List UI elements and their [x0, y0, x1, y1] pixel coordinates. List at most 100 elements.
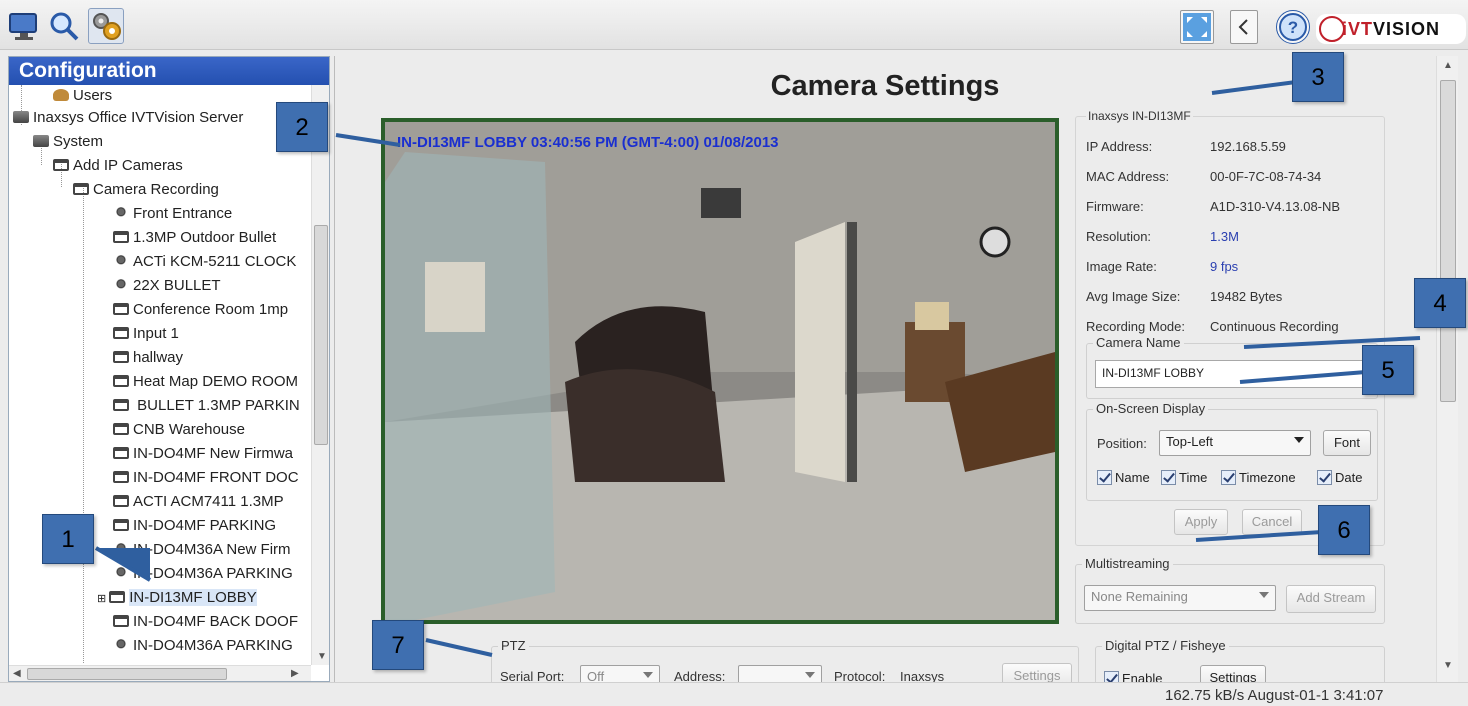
info-row: Recording Mode: Continuous Recording: [1086, 319, 1339, 334]
server-icon: [13, 111, 29, 123]
network-camera-icon: [113, 495, 129, 507]
callout-badge: 2: [276, 102, 328, 152]
add-stream-button[interactable]: Add Stream: [1286, 585, 1376, 613]
network-camera-icon: [53, 159, 69, 171]
camera-video-preview[interactable]: IN-DI13MF LOBBY 03:40:56 PM (GMT-4:00) 0…: [381, 118, 1059, 624]
chevron-down-icon: [643, 672, 653, 678]
tree-camera-item[interactable]: Heat Map DEMO ROOM: [113, 371, 298, 393]
tree-item-server[interactable]: Inaxsys Office IVTVision Server: [13, 107, 243, 129]
callout-badge: 4: [1414, 278, 1466, 328]
osd-group: On-Screen Display Position: Top-Left Fon…: [1086, 401, 1378, 501]
scroll-down-icon[interactable]: ▼: [1443, 660, 1453, 671]
callout-badge: 7: [372, 620, 424, 670]
back-icon[interactable]: [1230, 10, 1258, 44]
camera-name-input[interactable]: IN-DI13MF LOBBY: [1095, 360, 1369, 388]
info-row: Resolution: 1.3M: [1086, 229, 1239, 244]
scroll-left-icon[interactable]: ◀: [13, 668, 21, 679]
checkbox-checked-icon: [1221, 470, 1236, 485]
scroll-up-icon[interactable]: ▲: [1443, 60, 1453, 71]
osd-time-checkbox[interactable]: Time: [1161, 470, 1207, 485]
tree-camera-item[interactable]: Front Entrance: [113, 203, 232, 225]
tree-camera-item[interactable]: IN-DO4M36A New Firm: [113, 539, 291, 561]
settings-gears-icon[interactable]: [88, 8, 124, 44]
tree-camera-item[interactable]: hallway: [113, 347, 183, 369]
tree-camera-item[interactable]: BULLET 1.3MP PARKIN: [113, 395, 300, 417]
callout-badge: 1: [42, 514, 94, 564]
monitor-icon[interactable]: [6, 8, 42, 44]
tree-camera-item[interactable]: Input 1: [113, 323, 179, 345]
tree-camera-item[interactable]: IN-DO4M36A PARKING: [113, 635, 293, 657]
scroll-thumb[interactable]: [314, 225, 328, 445]
osd-timezone-checkbox[interactable]: Timezone: [1221, 470, 1296, 485]
osd-label: On-Screen Display: [1093, 401, 1209, 416]
help-icon[interactable]: ?: [1276, 10, 1310, 44]
network-camera-icon: [113, 351, 129, 363]
osd-position-select[interactable]: Top-Left: [1159, 430, 1311, 456]
tree-camera-item[interactable]: IN-DO4M36A PARKING: [113, 563, 293, 585]
tree-camera-item[interactable]: IN-DO4MF PARKING: [113, 515, 276, 537]
ptz-label: PTZ: [498, 638, 529, 653]
multistreaming-label: Multistreaming: [1082, 556, 1173, 571]
scroll-down-icon[interactable]: ▼: [317, 651, 327, 662]
dome-camera-icon: [113, 567, 129, 579]
network-camera-icon: [113, 327, 129, 339]
multistreaming-group: Multistreaming None Remaining Add Stream: [1075, 556, 1385, 624]
network-camera-icon: [109, 591, 126, 603]
tree-camera-item[interactable]: ACTi KCM-5211 CLOCK: [113, 251, 296, 273]
camera-settings-panel: Camera Settings IN-DI13MF LOBBY 03:40:56…: [334, 56, 1434, 696]
callout-badge: 5: [1362, 345, 1414, 395]
camera-name-group: Camera Name IN-DI13MF LOBBY: [1086, 335, 1378, 399]
svg-text:?: ?: [1288, 18, 1298, 37]
multistreaming-select[interactable]: None Remaining: [1084, 585, 1276, 611]
tree-camera-item[interactable]: ACTI ACM7411 1.3MP: [113, 491, 284, 513]
tree-item-camera-recording[interactable]: Camera Recording: [73, 179, 219, 201]
info-row: Image Rate: 9 fps: [1086, 259, 1239, 274]
cancel-button[interactable]: Cancel: [1242, 509, 1302, 535]
osd-name-checkbox[interactable]: Name: [1097, 470, 1150, 485]
digital-ptz-label: Digital PTZ / Fisheye: [1102, 638, 1229, 653]
fullscreen-icon[interactable]: [1180, 10, 1214, 44]
tree-item-system[interactable]: System: [33, 131, 103, 153]
callout-badge: 6: [1318, 505, 1370, 555]
network-camera-icon: [73, 183, 89, 195]
network-camera-icon: [113, 303, 129, 315]
osd-date-checkbox[interactable]: Date: [1317, 470, 1362, 485]
dome-camera-icon: [113, 255, 129, 267]
scroll-right-icon[interactable]: ▶: [291, 668, 299, 679]
system-icon: [33, 135, 49, 147]
info-row: Avg Image Size: 19482 Bytes: [1086, 289, 1283, 304]
network-camera-icon: [113, 519, 129, 531]
scroll-thumb[interactable]: [1440, 80, 1456, 402]
expand-icon[interactable]: ⊞: [97, 593, 106, 605]
callout-badge: 3: [1292, 52, 1344, 102]
tree-item-users[interactable]: Users: [53, 85, 112, 107]
search-icon[interactable]: [46, 8, 82, 44]
network-camera-icon: [113, 231, 129, 243]
tree-camera-item-selected[interactable]: ⊞ IN-DI13MF LOBBY: [97, 587, 257, 609]
tree-camera-item[interactable]: IN-DO4MF New Firmwa: [113, 443, 293, 465]
video-osd-text: IN-DI13MF LOBBY 03:40:56 PM (GMT-4:00) 0…: [397, 134, 779, 151]
configuration-tree: Users Inaxsys Office IVTVision Server Sy…: [9, 85, 309, 665]
network-camera-icon: [113, 375, 129, 387]
scroll-thumb[interactable]: [27, 668, 227, 680]
font-button[interactable]: Font: [1323, 430, 1371, 456]
status-text: 162.75 kB/s August-01-1 3:41:07: [1165, 687, 1384, 704]
tree-camera-item[interactable]: 22X BULLET: [113, 275, 221, 297]
apply-button[interactable]: Apply: [1174, 509, 1228, 535]
camera-name-label: Camera Name: [1093, 335, 1184, 350]
page-title: Camera Settings: [770, 70, 1000, 102]
network-camera-icon: [113, 615, 129, 627]
network-camera-icon: [113, 423, 129, 435]
ivtvision-logo: iVTVISION: [1316, 14, 1466, 44]
checkbox-checked-icon: [1317, 470, 1332, 485]
tree-vertical-scrollbar[interactable]: ▼: [311, 85, 329, 665]
tree-camera-item[interactable]: Conference Room 1mp: [113, 299, 288, 321]
tree-item-add-ip-cameras[interactable]: Add IP Cameras: [53, 155, 183, 177]
tree-camera-item[interactable]: CNB Warehouse: [113, 419, 245, 441]
tree-camera-item[interactable]: 1.3MP Outdoor Bullet: [113, 227, 276, 249]
network-camera-icon: [113, 399, 129, 411]
tree-horizontal-scrollbar[interactable]: ◀ ▶: [9, 665, 311, 681]
tree-camera-item[interactable]: IN-DO4MF FRONT DOC: [113, 467, 299, 489]
tree-camera-item[interactable]: IN-DO4MF BACK DOOF: [113, 611, 298, 633]
main-vertical-scrollbar[interactable]: ▲ ▼: [1436, 56, 1458, 682]
